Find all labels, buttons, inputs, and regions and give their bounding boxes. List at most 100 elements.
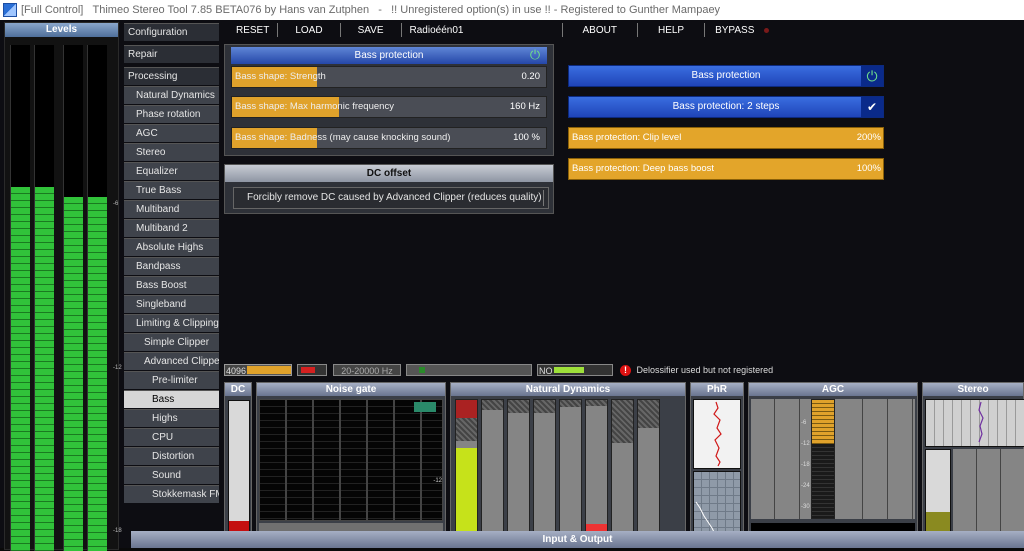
deep-bass-boost-slider[interactable]: Bass protection: Deep bass boost 100% [568,158,884,180]
warning-icon: ! [620,365,631,376]
natural-dynamics-module[interactable]: Natural Dynamics [450,382,686,544]
sidebar-item-distortion[interactable]: Distortion [124,447,219,465]
level-meter-fill [35,186,54,551]
clip-level-label: Bass protection: Clip level [572,132,682,143]
sidebar-item-simple-clipper[interactable]: Simple Clipper [124,333,219,351]
input-output-bar[interactable]: Input & Output [131,531,1024,548]
bypass-led-icon [764,27,770,33]
natural-dynamics-band [559,399,582,541]
natural-dynamics-band [507,399,530,541]
sidebar-item-multiband[interactable]: Multiband [124,200,219,218]
slider-label: Bass shape: Max harmonic frequency [235,101,394,112]
toggle-divider [543,190,544,206]
noise-gate-tick: -12 [433,478,442,484]
slider-label: Bass shape: Badness (may cause knocking … [235,132,451,143]
sidebar-item-pre-limiter[interactable]: Pre-limiter [124,371,219,389]
signal-led-icon [419,367,425,373]
checkmark-icon[interactable]: ✔ [861,97,883,117]
dc-module[interactable]: DC [224,382,252,544]
sidebar-item-configuration[interactable]: Configuration [124,23,219,41]
clip-indicator [297,364,327,376]
sidebar-item-bass[interactable]: Bass [124,390,219,408]
sidebar-item-highs[interactable]: Highs [124,409,219,427]
sidebar-item-repair[interactable]: Repair [124,45,219,63]
deep-bass-boost-label: Bass protection: Deep bass boost [572,163,715,174]
stereo-width-meter [925,449,951,541]
level-meter-fill [11,186,30,551]
bass-badness-slider[interactable]: Bass shape: Badness (may cause knocking … [231,127,547,149]
level-tick: -12 [113,365,122,371]
sidebar-item-agc[interactable]: AGC [124,124,219,142]
phr-title: PhR [691,383,743,396]
sidebar-item-limiting-clipping[interactable]: Limiting & Clipping [124,314,219,332]
stereo-module[interactable]: Stereo [922,382,1024,544]
natural-dynamics-band [585,399,608,541]
agc-gain-fill [812,400,834,444]
sidebar-item-phase-rotation[interactable]: Phase rotation [124,105,219,123]
sidebar-nav: Configuration Repair Processing Natural Dyn… [124,23,219,504]
sidebar-item-sound[interactable]: Sound [124,466,219,484]
stereo-bands [953,449,1024,541]
power-icon[interactable]: ⏻ [527,47,543,63]
stereo-scope-trace [978,401,984,443]
dc-meter [228,400,250,540]
about-button[interactable]: ABOUT [563,25,637,36]
delossifier-notice: ! Delossifier used but not registered [620,364,820,376]
sidebar-item-true-bass[interactable]: True Bass [124,181,219,199]
agc-module[interactable]: AGC -6 -12 -18 -24 -30 [748,382,918,544]
registration-warning: !! Unregistered option(s) in use !! - Re… [391,4,721,16]
no-indicator-fill [554,367,584,373]
window-mode: [Full Control] [21,4,84,16]
load-button[interactable]: LOAD [278,25,339,36]
save-button[interactable]: SAVE [341,25,401,36]
bass-protection-header[interactable]: Bass protection ⏻ [231,47,547,64]
bass-max-harmonic-slider[interactable]: Bass shape: Max harmonic frequency 160 H… [231,96,547,118]
signal-indicator [406,364,532,376]
natural-dynamics-band [637,399,660,541]
sidebar-item-equalizer[interactable]: Equalizer [124,162,219,180]
sidebar-item-stereo[interactable]: Stereo [124,143,219,161]
sidebar-item-singleband[interactable]: Singleband [124,295,219,313]
sidebar-item-bandpass[interactable]: Bandpass [124,257,219,275]
bass-protection-title: Bass protection [354,50,424,61]
sidebar-item-bass-boost[interactable]: Bass Boost [124,276,219,294]
levels-panel: Levels -6 -12 -18 [4,22,122,551]
sidebar-item-multiband-2[interactable]: Multiband 2 [124,219,219,237]
slider-value: 160 Hz [509,101,540,112]
dc-force-remove-toggle[interactable]: Forcibly remove DC caused by Advanced Cl… [233,187,549,209]
level-tick: -18 [113,528,122,534]
clip-level-slider[interactable]: Bass protection: Clip level 200% [568,127,884,149]
power-icon[interactable]: ⏻ [861,66,883,86]
sidebar-item-processing[interactable]: Processing [124,67,219,85]
preset-name[interactable]: Radioéén01 [402,25,562,36]
window-title: Thimeo Stereo Tool 7.85 BETA076 by Hans … [92,4,370,16]
dc-force-remove-label: Forcibly remove DC caused by Advanced Cl… [247,192,542,203]
phr-curve-trace [695,501,735,539]
bass-strength-slider[interactable]: Bass shape: Strength 0.20 [231,66,547,88]
dc-offset-panel: DC offset Forcibly remove DC caused by A… [224,164,554,214]
help-button[interactable]: HELP [638,25,704,36]
buffer-size-value: 4096 [226,366,247,376]
reset-button[interactable]: RESET [228,25,277,36]
sidebar-item-cpu[interactable]: CPU [124,428,219,446]
phase-rotation-module[interactable]: PhR [690,382,744,544]
level-meter-4 [87,45,107,551]
sidebar-item-natural-dynamics[interactable]: Natural Dynamics [124,86,219,104]
natural-dynamics-band [455,399,478,541]
stereo-title: Stereo [923,383,1023,396]
no-indicator-label: NO [539,366,553,376]
main-area: Levels -6 -12 -18 Configuration Repair Pro… [0,20,1024,551]
sidebar-item-absolute-highs[interactable]: Absolute Highs [124,238,219,256]
agc-meters: -6 -12 -18 -24 -30 [751,399,915,519]
sidebar-item-advanced-clipper[interactable]: Advanced Clipper [124,352,219,370]
clip-led-icon [301,367,315,373]
slider-value: 100 % [513,132,540,143]
toolbar: RESET LOAD SAVE Radioéén01 ABOUT HELP BY… [222,20,1022,40]
noise-gate-module[interactable]: Noise gate -12 [256,382,446,544]
bass-protection-steps-toggle[interactable]: Bass protection: 2 steps ✔ [568,96,884,118]
bypass-button[interactable]: BYPASS [705,25,764,36]
level-meter-1 [10,45,30,551]
title-bar: [Full Control] Thimeo Stereo Tool 7.85 B… [0,0,1024,20]
sidebar-item-stokkemask-fm[interactable]: Stokkemask FM [124,485,219,503]
bass-protection-toggle[interactable]: Bass protection ⏻ [568,65,884,87]
